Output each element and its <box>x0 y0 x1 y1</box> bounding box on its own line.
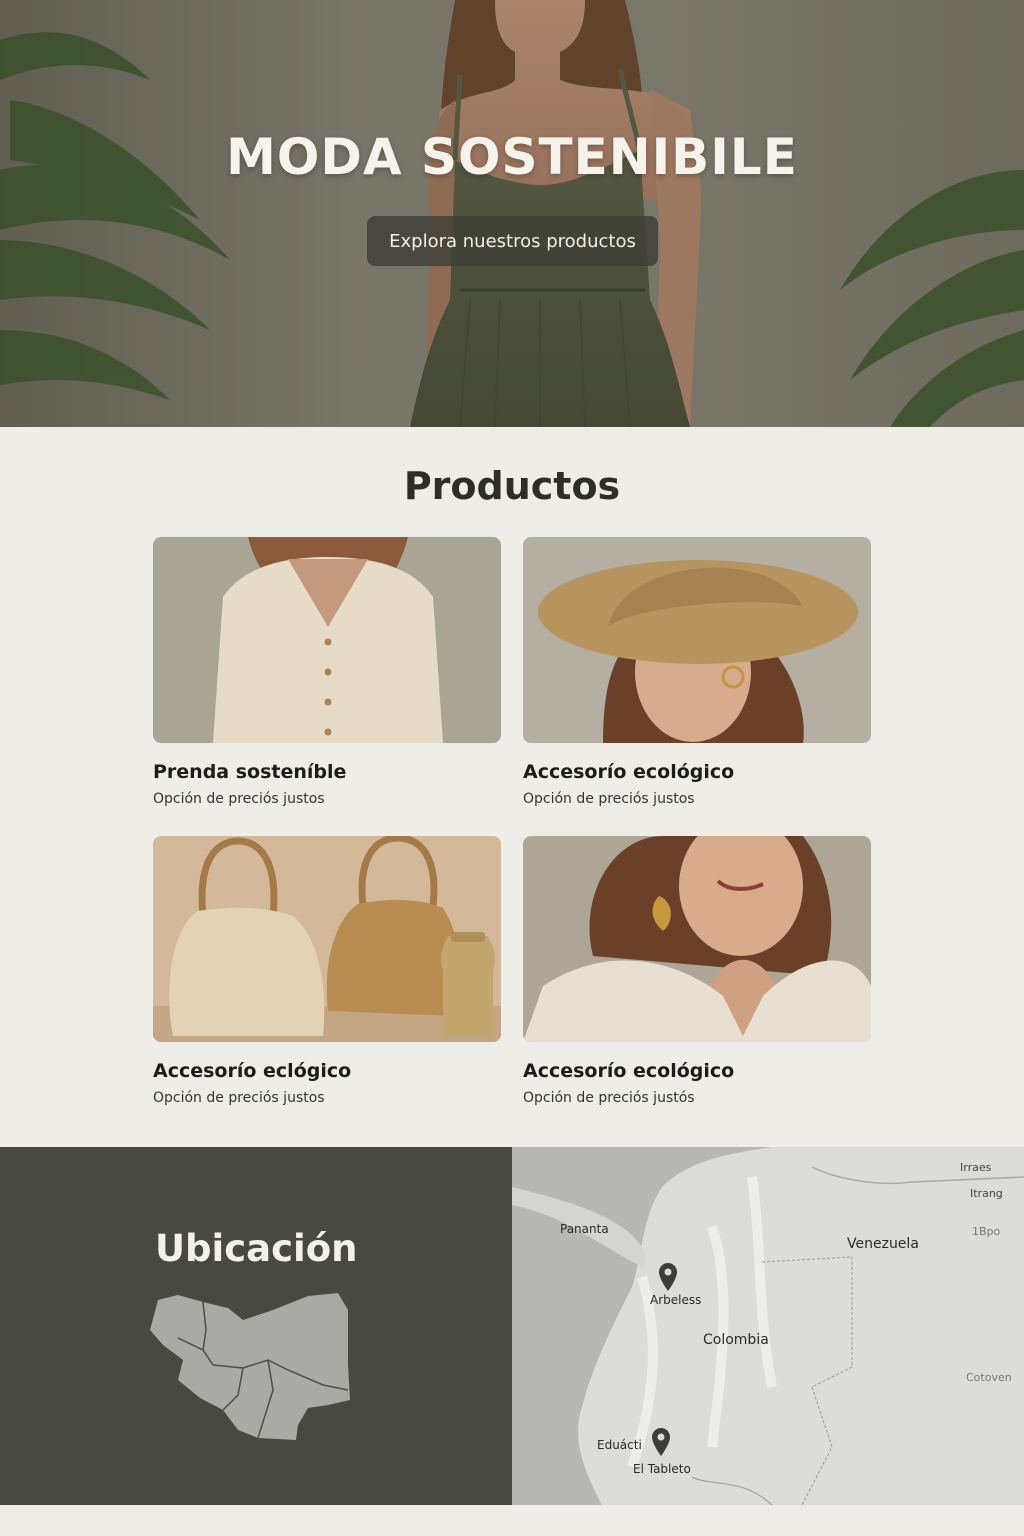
product-card[interactable]: Accesorío ecológico Opción de preciós ju… <box>523 537 871 807</box>
map-label-colombia: Colombia <box>703 1332 769 1348</box>
product-image[interactable] <box>153 537 501 743</box>
map-pin-icon[interactable] <box>651 1427 671 1457</box>
product-subtitle: Opción de preciós justos <box>153 791 325 807</box>
hero-overlay <box>0 0 1024 427</box>
explore-products-button[interactable]: Explora nuestros productos <box>367 216 658 266</box>
hero-title: MODA SOSTENIBILE <box>226 128 798 186</box>
location-map[interactable]: Irraes Itrang 1Bpo Pananta Venezuela Arb… <box>512 1147 1024 1505</box>
product-name[interactable]: Accesorío ecológico <box>523 761 871 783</box>
product-name[interactable]: Prenda sosteníble <box>153 761 501 783</box>
map-terrain <box>512 1147 1024 1505</box>
product-image[interactable] <box>523 537 871 743</box>
products-heading: Productos <box>403 464 621 508</box>
map-label-eduacti: Eduácti <box>597 1438 642 1452</box>
map-label-venezuela: Venezuela <box>847 1236 919 1252</box>
region-shape-icon <box>150 1293 350 1440</box>
map-label-bpo: 1Bpo <box>972 1225 1001 1238</box>
map-label-eltableto: El Tableto <box>633 1462 691 1476</box>
product-subtitle: Opción de preciós justos <box>153 1090 325 1106</box>
map-label-itrang: Itrang <box>970 1187 1003 1200</box>
product-image[interactable] <box>523 836 871 1042</box>
product-subtitle: Opción de preciós justos <box>523 791 695 807</box>
map-label-irraes: Irraes <box>960 1161 992 1174</box>
map-label-arbeless: Arbeless <box>650 1293 702 1307</box>
product-name[interactable]: Accesorío ecológico <box>523 1060 871 1082</box>
map-pin-icon[interactable] <box>658 1262 678 1292</box>
product-subtitle: Opción de preciós justós <box>523 1090 695 1106</box>
hero-banner: MODA SOSTENIBILE Explora nuestros produc… <box>0 0 1024 427</box>
product-image[interactable] <box>153 836 501 1042</box>
product-card[interactable]: Prenda sosteníble Opción de preciós just… <box>153 537 501 807</box>
location-panel: Ubicación <box>0 1147 512 1505</box>
product-card[interactable]: Accesorío eclógico Opción de preciós jus… <box>153 836 501 1106</box>
map-label-cotoven: Cotoven <box>966 1371 1012 1384</box>
location-heading: Ubicación <box>155 1227 358 1270</box>
product-card[interactable]: Accesorío ecológico Opción de preciós ju… <box>523 836 871 1106</box>
map-label-pananta: Pananta <box>560 1222 609 1236</box>
product-name[interactable]: Accesorío eclógico <box>153 1060 501 1082</box>
